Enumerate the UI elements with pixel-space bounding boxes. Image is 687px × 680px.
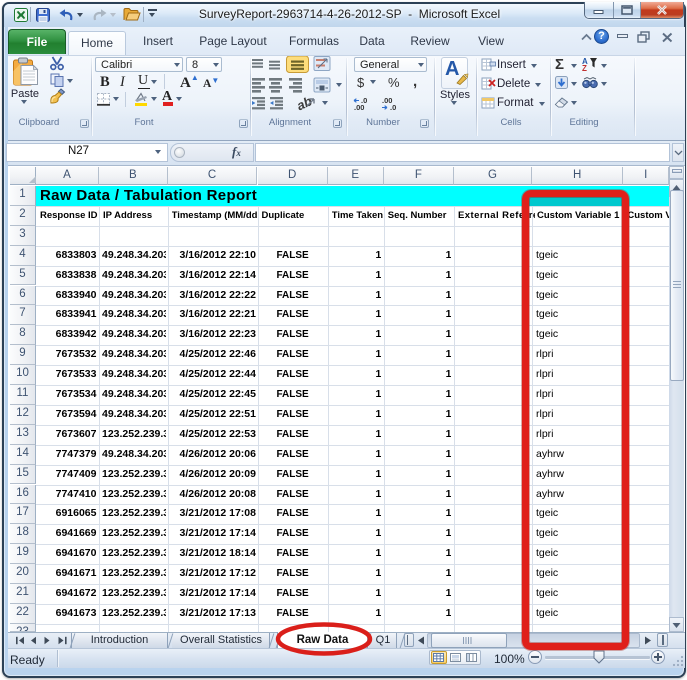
svg-text:.00: .00 bbox=[354, 103, 364, 111]
svg-text:.0: .0 bbox=[390, 103, 396, 111]
svg-text:ab: ab bbox=[294, 93, 314, 112]
svg-text:Z: Z bbox=[582, 64, 587, 71]
